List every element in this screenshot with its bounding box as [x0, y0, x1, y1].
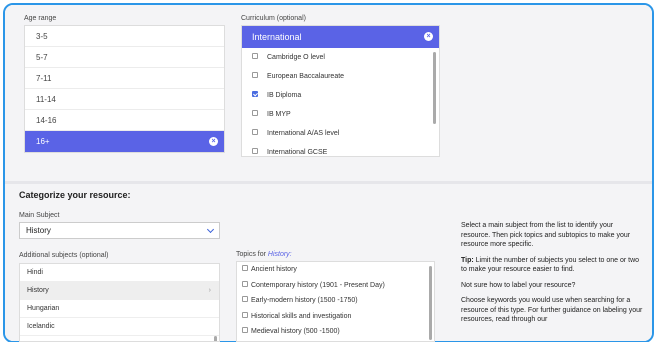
curriculum-option-label: European Baccalaureate	[267, 73, 345, 80]
topics-list: Ancient history Contemporary history (190…	[236, 261, 435, 342]
checkbox[interactable]	[252, 110, 258, 117]
curriculum-label: Curriculum (optional)	[241, 15, 306, 22]
help-guidance: Choose keywords you would use when searc…	[461, 297, 643, 323]
age-range-option-label: 11-14	[36, 95, 56, 104]
additional-subject-label: Hindi	[27, 269, 43, 276]
topic-option-label: Early-modern history (1500 -1750)	[251, 297, 358, 304]
topics-label: Topics for History:	[236, 251, 292, 258]
checkbox[interactable]	[252, 129, 258, 136]
age-range-option-label: 3-5	[36, 32, 48, 41]
checkbox[interactable]	[242, 280, 248, 287]
categorize-title: Categorize your resource:	[19, 190, 131, 200]
topic-option[interactable]: Contemporary history (1901 - Present Day…	[237, 278, 434, 294]
age-range-option[interactable]: 5-7	[25, 47, 224, 68]
age-range-option-label: 14-16	[36, 116, 57, 125]
checkbox[interactable]	[252, 72, 258, 79]
curriculum-option[interactable]: IB Diploma	[242, 86, 439, 105]
curriculum-option[interactable]: International GCSE	[242, 143, 439, 156]
checkbox[interactable]	[242, 327, 248, 334]
help-question: Not sure how to label your resource?	[461, 281, 576, 289]
curriculum-scrollbar[interactable]	[433, 52, 436, 124]
additional-subjects-list: Hindi History › Hungarian Icelandic Indonesia…	[19, 263, 220, 342]
topic-option-label: Ancient history	[251, 266, 297, 273]
topics-scrollbar[interactable]	[429, 266, 432, 340]
main-subject-value: History	[26, 226, 51, 235]
topic-option-label: Historical skills and investigation	[251, 312, 352, 320]
topic-option[interactable]: Early-modern history (1500 -1750)	[237, 293, 434, 309]
chevron-down-icon	[206, 225, 215, 234]
main-subject-label: Main Subject	[19, 212, 60, 219]
curriculum-dropdown[interactable]: International × Cambridge O level Europea…	[241, 25, 440, 157]
clear-age-range-icon[interactable]: ×	[209, 137, 218, 146]
topic-option-label: Contemporary history (1901 - Present Day…	[251, 281, 385, 289]
main-subject-select[interactable]: History	[19, 222, 220, 239]
additional-subjects-label: Additional subjects (optional)	[19, 252, 109, 259]
topic-option[interactable]: Medieval history (500 -1500)	[237, 324, 434, 340]
help-tip-label: Tip:	[461, 256, 474, 264]
age-range-option[interactable]: 3-5	[25, 26, 224, 47]
topics-label-prefix: Topics for	[236, 251, 268, 258]
topic-option[interactable]: Historical skills and investigation	[237, 309, 434, 325]
age-range-label: Age range	[24, 15, 57, 22]
help-text: Select a main subject from the list to i…	[461, 221, 643, 331]
audience-section: Age range 3-5 5-7 7-11 11-14 14-16 16+ × Curri…	[5, 5, 652, 181]
checkbox[interactable]	[242, 265, 248, 272]
chevron-right-icon: ›	[208, 287, 211, 294]
additional-subject-option[interactable]: Icelandic	[20, 318, 219, 336]
age-range-list: 3-5 5-7 7-11 11-14 14-16 16+ ×	[24, 25, 225, 153]
curriculum-option-label: International GCSE	[267, 149, 328, 156]
additional-subject-label: Hungarian	[27, 305, 60, 312]
checkbox[interactable]	[242, 311, 248, 318]
curriculum-option-label: IB Diploma	[267, 92, 302, 99]
curriculum-option[interactable]: International A/AS level	[242, 124, 439, 143]
age-range-option-label: 5-7	[36, 53, 48, 62]
checkbox[interactable]	[242, 296, 248, 303]
curriculum-option-label: Cambridge O level	[267, 54, 325, 61]
age-range-option[interactable]: 7-11	[25, 68, 224, 89]
curriculum-options: Cambridge O level European Baccalaureate I…	[242, 48, 439, 156]
additional-subject-option[interactable]: History ›	[20, 282, 219, 300]
topics-label-subject: History:	[267, 251, 292, 258]
checkbox-checked[interactable]	[252, 91, 258, 98]
curriculum-option-label: IB MYP	[267, 111, 291, 118]
topic-option[interactable]: Ancient history	[237, 262, 434, 278]
age-range-option[interactable]: 16+ ×	[25, 131, 224, 152]
curriculum-selected-value: International	[252, 32, 302, 42]
age-range-option[interactable]: 14-16	[25, 110, 224, 131]
topic-option-label: Medieval history (500 -1500)	[251, 328, 340, 335]
additional-subject-label: History	[27, 287, 49, 294]
age-range-option[interactable]: 11-14	[25, 89, 224, 110]
curriculum-option[interactable]: Cambridge O level	[242, 48, 439, 67]
help-tip-text: Limit the number of subjects you select …	[461, 256, 640, 274]
additional-subject-option[interactable]: Indonesian	[20, 336, 219, 341]
help-intro: Select a main subject from the list to i…	[461, 222, 631, 248]
additional-subject-option[interactable]: Hungarian	[20, 300, 219, 318]
checkbox[interactable]	[252, 53, 258, 60]
curriculum-option-label: International A/AS level	[267, 130, 340, 137]
clear-curriculum-icon[interactable]: ×	[424, 32, 433, 41]
curriculum-selected[interactable]: International ×	[242, 26, 439, 48]
help-tip: Tip: Limit the number of subjects you se…	[461, 256, 643, 275]
age-range-option-label: 16+	[36, 137, 50, 146]
checkbox[interactable]	[252, 148, 258, 155]
additional-subject-label: Icelandic	[27, 323, 55, 330]
additional-subject-option[interactable]: Hindi	[20, 264, 219, 282]
age-range-option-label: 7-11	[36, 74, 52, 83]
curriculum-option[interactable]: European Baccalaureate	[242, 67, 439, 86]
curriculum-option[interactable]: IB MYP	[242, 105, 439, 124]
